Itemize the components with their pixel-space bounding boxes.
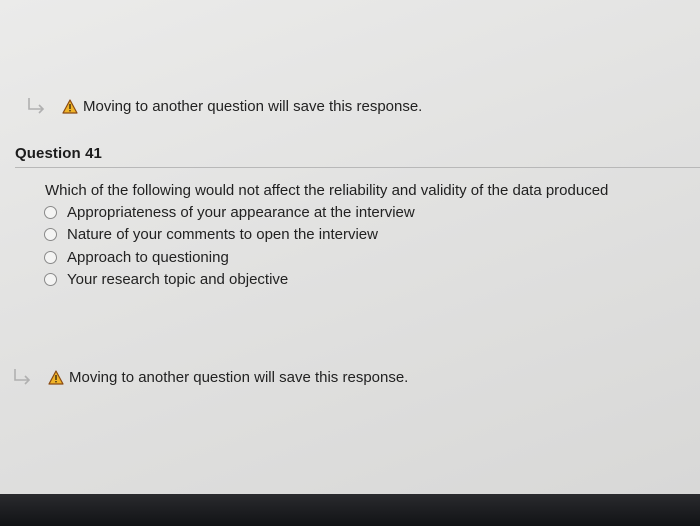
answer-option[interactable]: Appropriateness of your appearance at th… bbox=[44, 201, 684, 224]
warning-icon bbox=[48, 369, 64, 385]
save-notice-text: Moving to another question will save thi… bbox=[83, 97, 423, 115]
save-notice-top: Moving to another question will save thi… bbox=[26, 96, 422, 116]
radio-button[interactable] bbox=[44, 228, 57, 242]
question-title: Question 41 bbox=[15, 145, 102, 162]
answer-option[interactable]: Approach to questioning bbox=[44, 246, 684, 269]
save-notice-bottom: Moving to another question will save thi… bbox=[12, 367, 408, 387]
radio-button[interactable] bbox=[44, 273, 57, 287]
warning-icon bbox=[62, 98, 78, 114]
question-body: Which of the following would not affect … bbox=[44, 182, 684, 291]
question-text: Which of the following would not affect … bbox=[45, 182, 609, 199]
return-arrow-icon bbox=[14, 369, 31, 385]
answer-option-label[interactable]: Appropriateness of your appearance at th… bbox=[67, 204, 415, 221]
save-notice-text: Moving to another question will save thi… bbox=[69, 368, 409, 386]
answer-option[interactable]: Your research topic and objective bbox=[44, 269, 684, 292]
radio-button[interactable] bbox=[44, 205, 57, 219]
question-header: Question 41 bbox=[15, 145, 700, 168]
screen: Moving to another question will save thi… bbox=[0, 0, 700, 494]
radio-button[interactable] bbox=[44, 250, 57, 264]
monitor-bezel bbox=[0, 494, 700, 526]
answer-option-label[interactable]: Your research topic and objective bbox=[67, 271, 288, 288]
answer-option[interactable]: Nature of your comments to open the inte… bbox=[44, 224, 684, 247]
answer-option-label[interactable]: Approach to questioning bbox=[67, 249, 229, 266]
answer-option-label[interactable]: Nature of your comments to open the inte… bbox=[67, 226, 378, 243]
return-arrow-icon bbox=[28, 98, 45, 114]
answer-options: Appropriateness of your appearance at th… bbox=[44, 201, 684, 291]
